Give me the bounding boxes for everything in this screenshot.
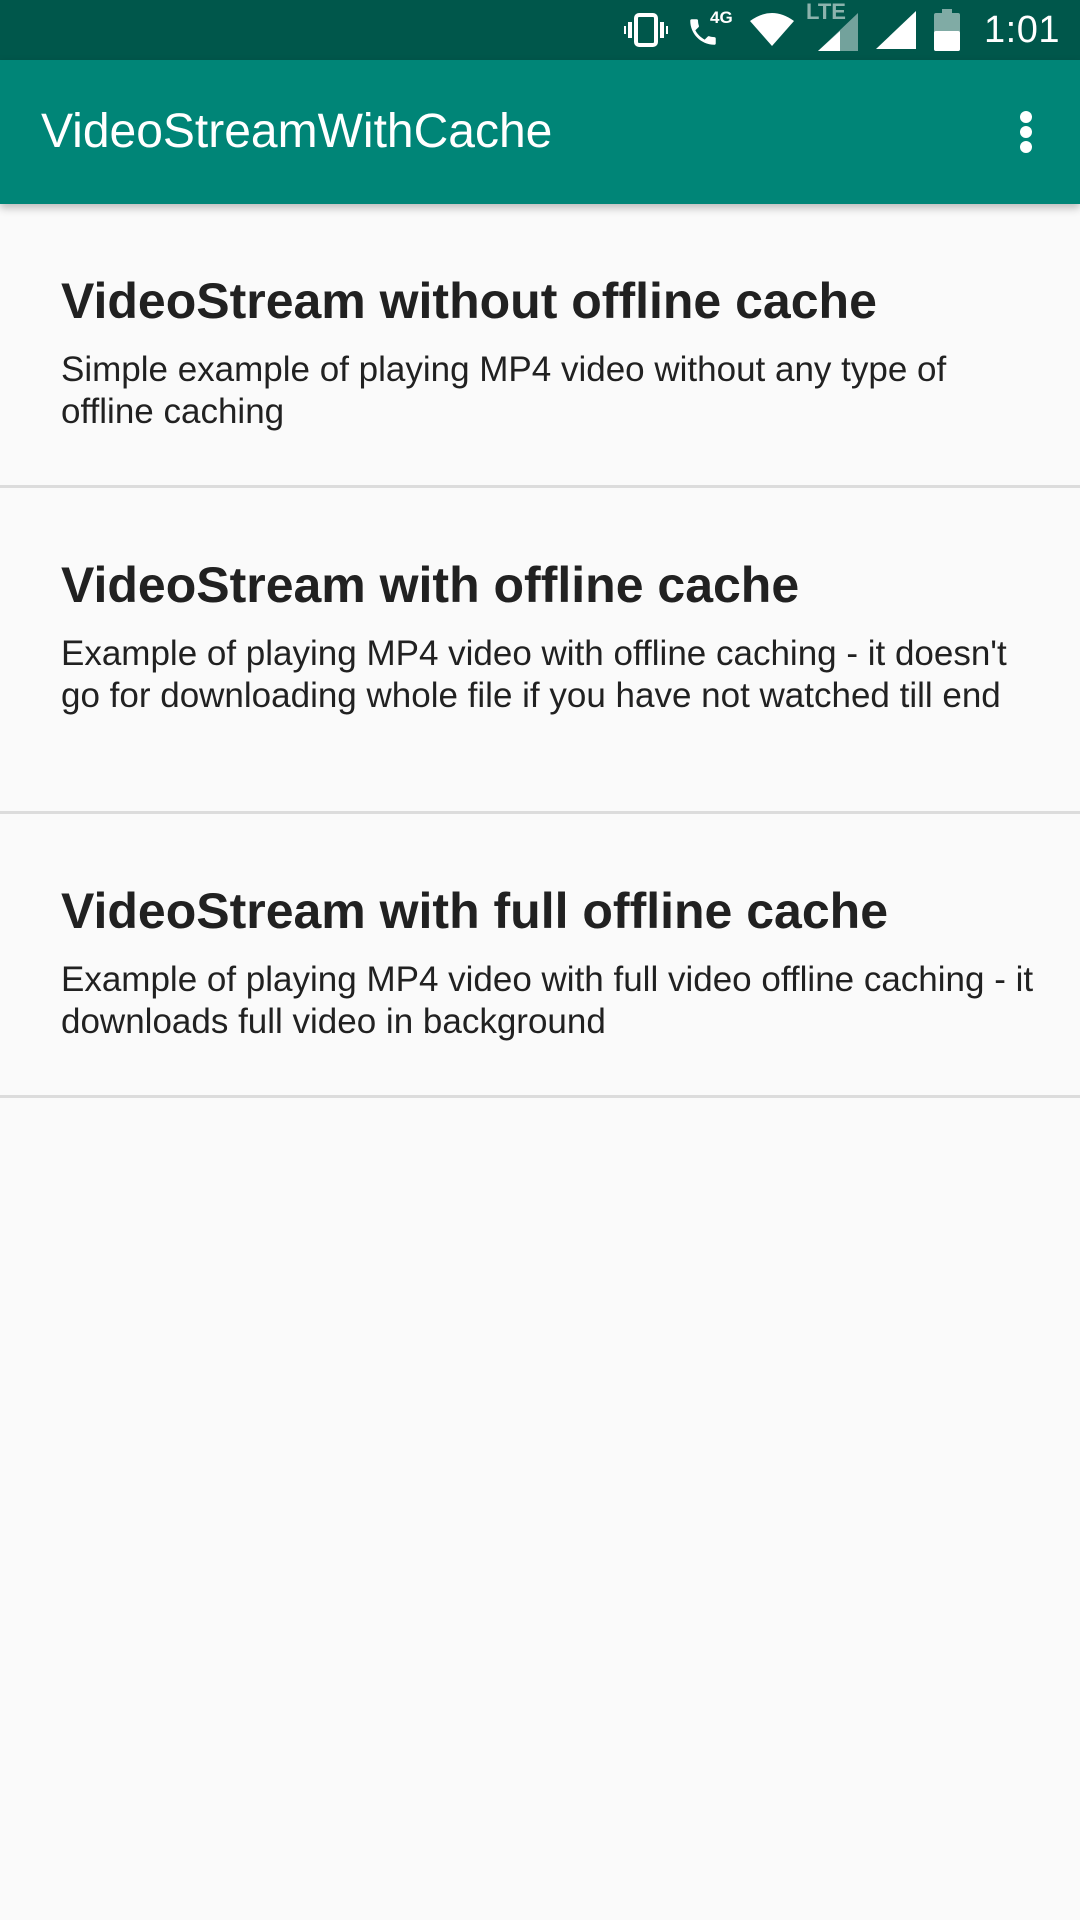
cell-signal-icon	[876, 11, 917, 49]
status-time: 1:01	[984, 8, 1060, 51]
call-4g-icon: 4G	[686, 8, 733, 50]
list-item-with-cache[interactable]: VideoStream with offline cache Example o…	[0, 488, 1080, 814]
list-item-description: Simple example of playing MP4 video with…	[61, 350, 947, 431]
list-item-title: VideoStream without offline cache	[61, 273, 877, 329]
status-icons: 4G LTE 1:01	[624, 0, 1060, 60]
lte-signal-icon: LTE	[806, 0, 859, 51]
vibrate-icon	[624, 13, 669, 47]
battery-icon	[934, 9, 961, 51]
wifi-icon	[750, 13, 795, 47]
network-4g-label: 4G	[710, 8, 733, 27]
overflow-menu-button[interactable]	[990, 96, 1062, 168]
more-vert-icon	[1020, 111, 1032, 153]
list-item-with-full-cache[interactable]: VideoStream with full offline cache Exam…	[0, 814, 1080, 1098]
app-bar: VideoStreamWithCache	[0, 60, 1080, 204]
list-item-description: Example of playing MP4 video with offlin…	[61, 634, 1007, 715]
app-title: VideoStreamWithCache	[41, 105, 553, 158]
list-item-title: VideoStream with full offline cache	[61, 883, 889, 939]
example-list: VideoStream without offline cache Simple…	[0, 204, 1080, 1098]
list-item-description: Example of playing MP4 video with full v…	[61, 960, 1034, 1041]
list-item-title: VideoStream with offline cache	[61, 557, 800, 613]
status-bar: 4G LTE 1:01	[0, 0, 1080, 60]
list-item-without-cache[interactable]: VideoStream without offline cache Simple…	[0, 204, 1080, 488]
